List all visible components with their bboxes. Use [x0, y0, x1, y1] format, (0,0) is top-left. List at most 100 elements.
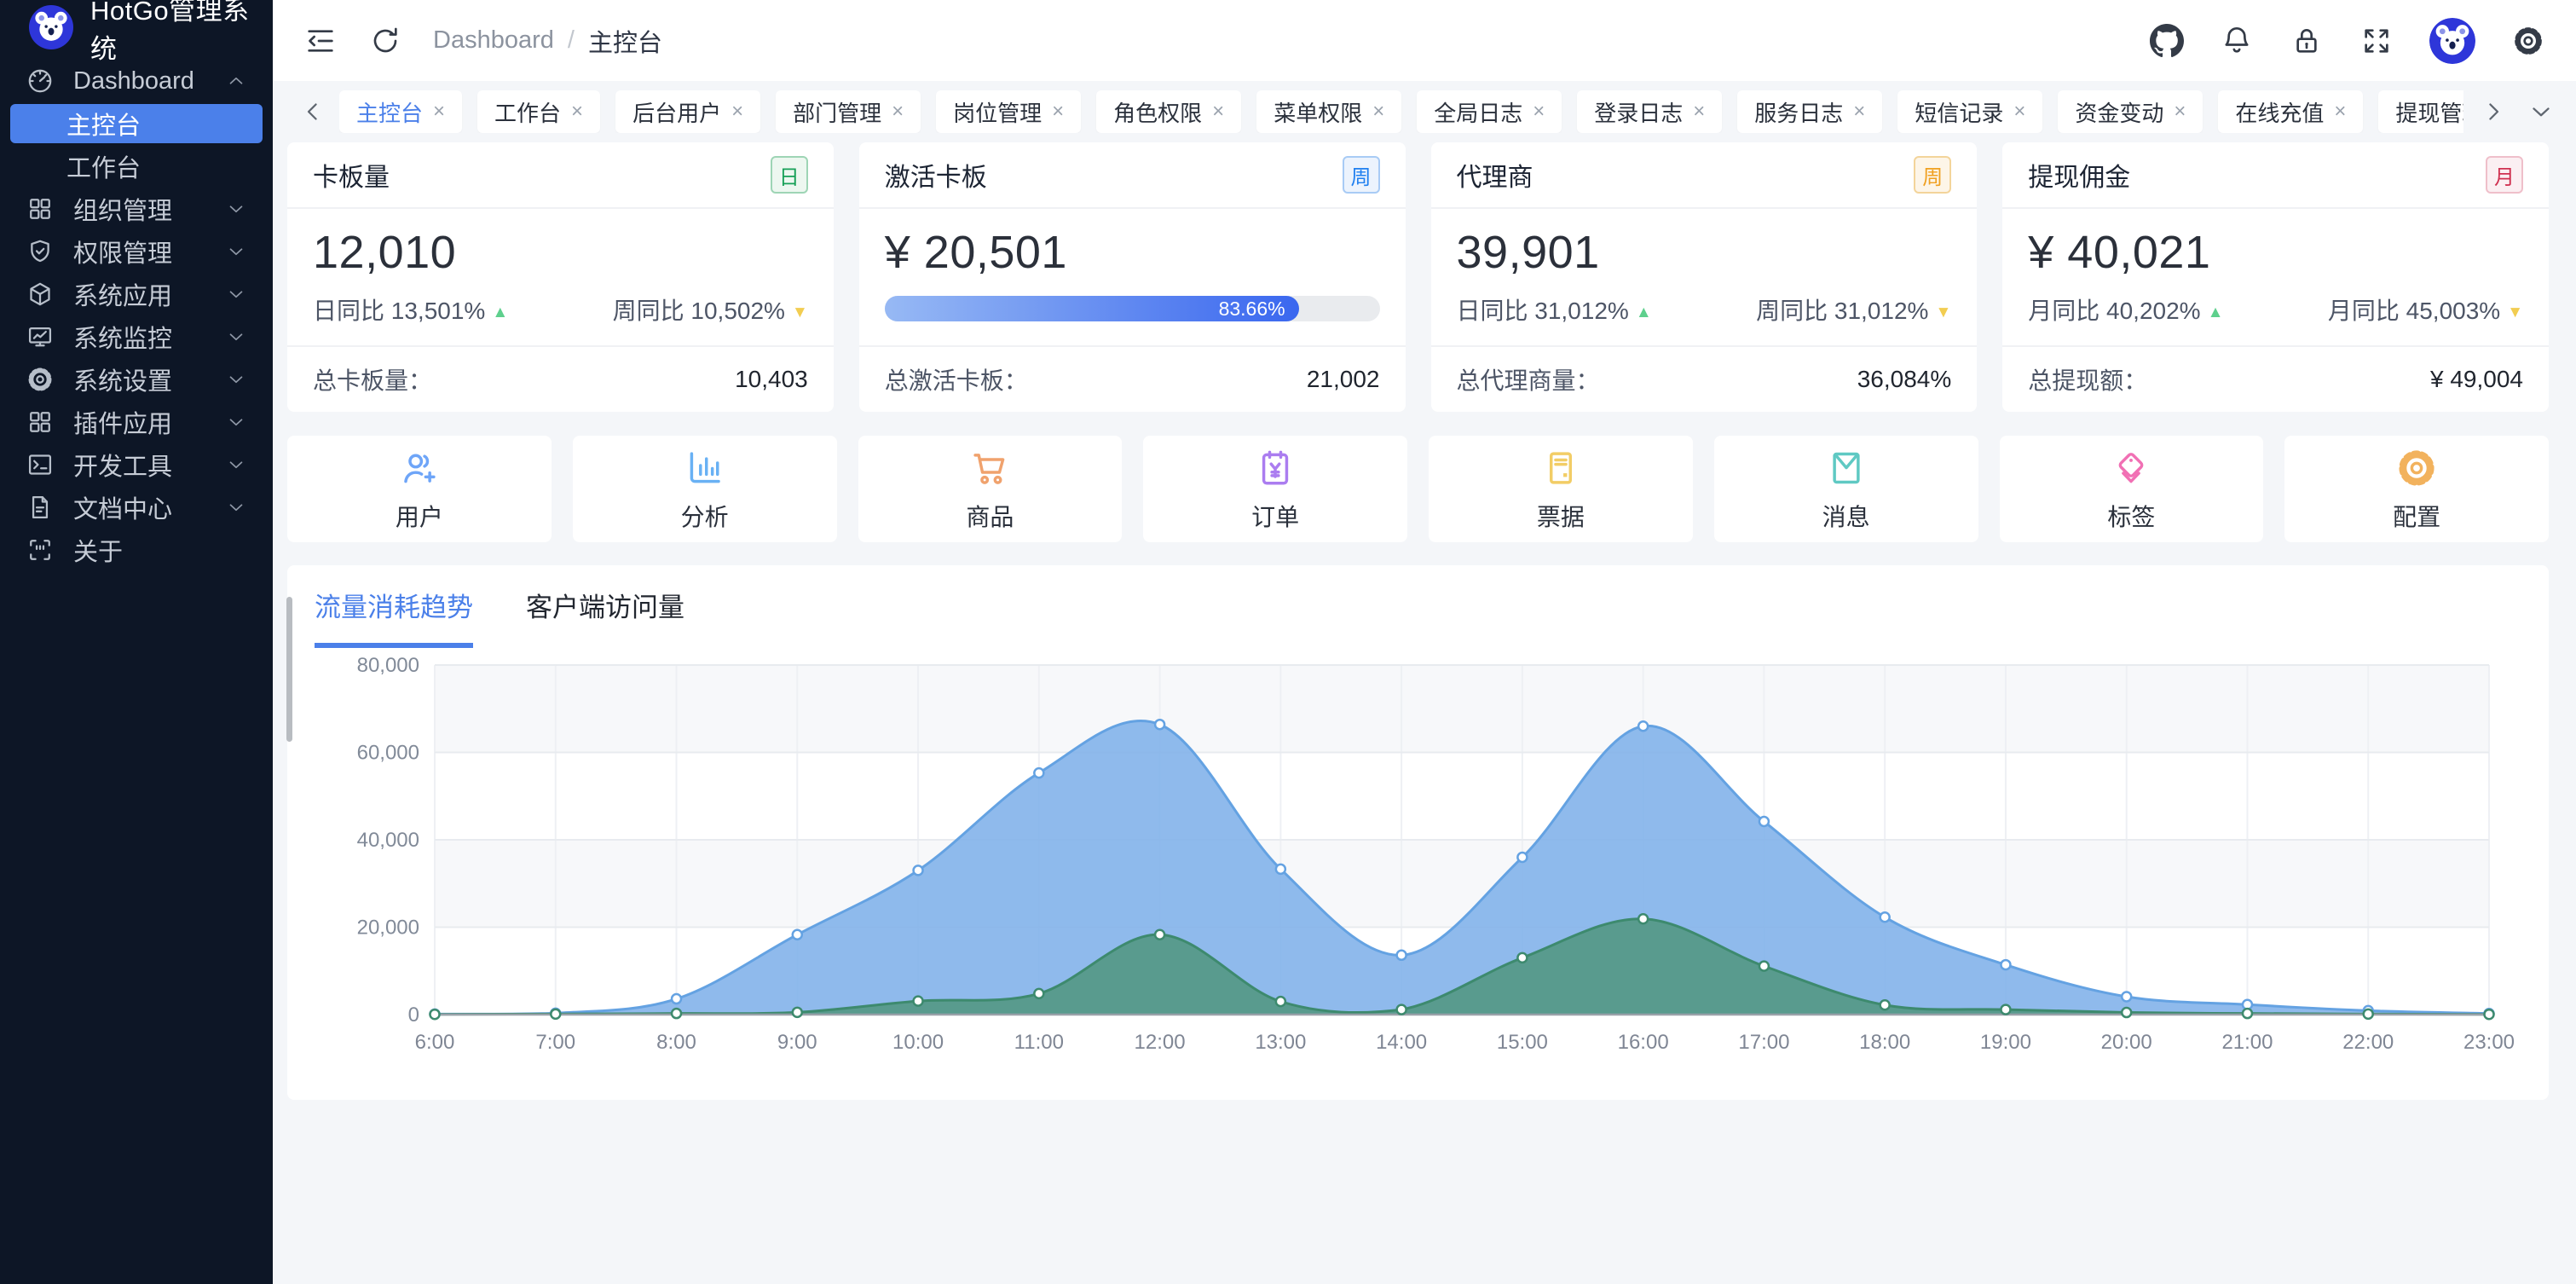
- tab-close-icon[interactable]: ×: [2334, 100, 2346, 124]
- tab-item-岗位管理[interactable]: 岗位管理×: [936, 90, 1081, 133]
- monitor-icon: [26, 322, 55, 351]
- fullscreen-icon[interactable]: [2359, 24, 2394, 58]
- stat-card-footer: 总代理商量：36,084%: [1431, 345, 1978, 412]
- order-icon: [1253, 446, 1297, 490]
- gear-icon[interactable]: [2511, 24, 2545, 58]
- tab-item-工作台[interactable]: 工作台 ×: [477, 90, 600, 133]
- chevron-down-icon: [225, 411, 247, 433]
- sidebar-item-系统应用[interactable]: 系统应用: [10, 275, 263, 314]
- tab-item-全局日志[interactable]: 全局日志×: [1417, 90, 1562, 133]
- sidebar-item-文档中心[interactable]: 文档中心: [10, 488, 263, 527]
- tab-bar: 主控台×工作台×后台用户×部门管理×岗位管理×角色权限×菜单权限×全局日志×登录…: [273, 81, 2576, 142]
- shortcut-标签[interactable]: 标签: [2000, 436, 2264, 542]
- chevron-down-icon: [225, 283, 247, 305]
- scrollbar-thumb[interactable]: [286, 597, 292, 742]
- sidebar-subitem-主控台[interactable]: 主控台: [10, 104, 263, 143]
- tab-item-在线充值[interactable]: 在线充值×: [2218, 90, 2363, 133]
- chart-tab-流量消耗趋势[interactable]: 流量消耗趋势: [315, 586, 473, 648]
- tab-item-登录日志[interactable]: 登录日志×: [1577, 90, 1722, 133]
- sidebar: HotGo管理系统 Dashboard主控台工作台组织管理权限管理系统应用系统监…: [0, 0, 273, 1284]
- stat-metric-text: 日同比 31,012%: [1457, 298, 1629, 324]
- stat-footer-label: 总卡板量：: [313, 362, 432, 396]
- gear-icon: [26, 365, 55, 394]
- tab-item-资金变动[interactable]: 资金变动×: [2058, 90, 2203, 133]
- sidebar-item-Dashboard[interactable]: Dashboard: [10, 61, 263, 101]
- sidebar-item-关于[interactable]: 关于: [10, 530, 263, 570]
- tab-close-icon[interactable]: ×: [2174, 100, 2186, 124]
- tab-item-主控台[interactable]: 主控台×: [339, 90, 462, 133]
- sidebar-item-开发工具[interactable]: 开发工具: [10, 445, 263, 484]
- period-badge: 月: [2486, 156, 2523, 194]
- tab-item-部门管理[interactable]: 部门管理×: [776, 90, 921, 133]
- stat-footer-label: 总提现额：: [2028, 362, 2147, 396]
- trend-down-icon: ▼: [1935, 304, 1951, 321]
- shortcut-label: 订单: [1251, 499, 1299, 533]
- sidebar-item-组织管理[interactable]: 组织管理: [10, 189, 263, 228]
- svg-text:12:00: 12:00: [1135, 1031, 1186, 1054]
- svg-text:20:00: 20:00: [2101, 1031, 2152, 1054]
- tab-close-icon[interactable]: ×: [892, 100, 904, 124]
- shortcut-分析[interactable]: 分析: [573, 436, 837, 542]
- sidebar-item-label: 系统设置: [73, 361, 172, 397]
- shortcut-票据[interactable]: 票据: [1429, 436, 1693, 542]
- tab-close-icon[interactable]: ×: [2013, 100, 2025, 124]
- stat-card-title: 代理商: [1457, 156, 1533, 194]
- stat-metric-text: 月同比 45,003%: [2328, 298, 2500, 324]
- tabs-dropdown-icon[interactable]: [2527, 97, 2556, 126]
- svg-text:20,000: 20,000: [357, 917, 419, 940]
- sidebar-item-label: Dashboard: [73, 67, 194, 95]
- tab-close-icon[interactable]: ×: [433, 100, 445, 124]
- stat-card-value: 39,901: [1457, 209, 1952, 279]
- stat-footer-value: 10,403: [735, 366, 808, 393]
- shield-icon: [26, 237, 55, 266]
- shortcut-订单[interactable]: 订单: [1143, 436, 1407, 542]
- github-icon[interactable]: [2150, 24, 2184, 58]
- tab-close-icon[interactable]: ×: [731, 100, 743, 124]
- shortcuts-row: 用户分析商品 订单 票据消息 标签配置: [287, 436, 2549, 542]
- stat-card-title: 提现佣金: [2028, 156, 2130, 194]
- sidebar-subitem-工作台[interactable]: 工作台: [10, 147, 263, 186]
- tab-close-icon[interactable]: ×: [1533, 100, 1545, 124]
- refresh-icon[interactable]: [368, 24, 402, 58]
- tab-close-icon[interactable]: ×: [1693, 100, 1705, 124]
- chevron-down-icon: [225, 368, 247, 390]
- bell-icon[interactable]: [2220, 24, 2254, 58]
- tab-item-服务日志[interactable]: 服务日志×: [1737, 90, 1882, 133]
- chart-tab-客户端访问量[interactable]: 客户端访问量: [526, 586, 684, 648]
- sidebar-subitem-label: 工作台: [66, 148, 141, 184]
- tab-label: 工作台: [494, 96, 561, 128]
- shortcut-消息[interactable]: 消息: [1714, 436, 1978, 542]
- tab-close-icon[interactable]: ×: [1052, 100, 1064, 124]
- tab-close-icon[interactable]: ×: [571, 100, 583, 124]
- cube-icon: [26, 280, 55, 309]
- tabs-scroll-right-icon[interactable]: [2479, 97, 2508, 126]
- tab-item-菜单权限[interactable]: 菜单权限×: [1256, 90, 1401, 133]
- svg-text:22:00: 22:00: [2342, 1031, 2394, 1054]
- chevron-down-icon: [225, 240, 247, 263]
- sidebar-item-插件应用[interactable]: 插件应用: [10, 402, 263, 442]
- tab-item-短信记录[interactable]: 短信记录×: [1897, 90, 2042, 133]
- stat-metric: 周同比 31,012%▼: [1756, 292, 1951, 327]
- lock-icon[interactable]: [2290, 24, 2324, 58]
- tab-item-后台用户[interactable]: 后台用户×: [615, 90, 760, 133]
- menu-collapse-icon[interactable]: [303, 24, 338, 58]
- svg-text:19:00: 19:00: [1980, 1031, 2031, 1054]
- shortcut-配置[interactable]: 配置: [2284, 436, 2549, 542]
- shortcut-商品[interactable]: 商品: [858, 436, 1123, 542]
- tab-close-icon[interactable]: ×: [1853, 100, 1865, 124]
- tab-item-提现管理[interactable]: 提现管理×: [2378, 90, 2463, 133]
- shortcut-label: 消息: [1822, 499, 1870, 533]
- tab-close-icon[interactable]: ×: [1372, 100, 1384, 124]
- stat-metric-text: 月同比 40,202%: [2028, 298, 2200, 324]
- stat-metric-text: 周同比 10,502%: [613, 298, 785, 324]
- breadcrumb-root[interactable]: Dashboard: [433, 26, 554, 55]
- sidebar-item-系统设置[interactable]: 系统设置: [10, 360, 263, 399]
- sidebar-item-系统监控[interactable]: 系统监控: [10, 317, 263, 356]
- shortcut-label: 商品: [966, 499, 1014, 533]
- avatar[interactable]: [2429, 18, 2475, 64]
- shortcut-用户[interactable]: 用户: [287, 436, 552, 542]
- tab-item-角色权限[interactable]: 角色权限×: [1096, 90, 1241, 133]
- tab-close-icon[interactable]: ×: [1212, 100, 1224, 124]
- tabs-scroll-left-icon[interactable]: [298, 97, 327, 126]
- sidebar-item-权限管理[interactable]: 权限管理: [10, 232, 263, 271]
